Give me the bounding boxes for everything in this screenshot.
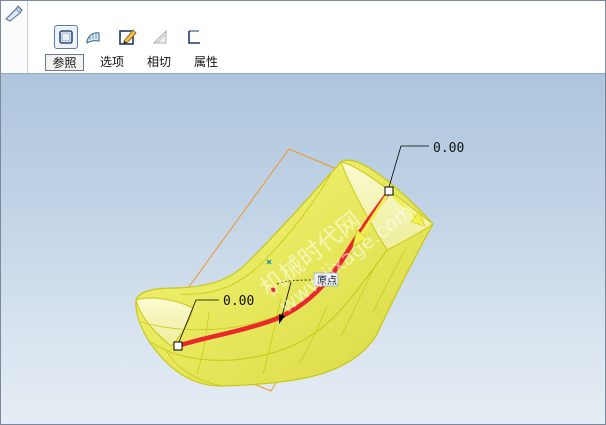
section-icon	[188, 30, 200, 44]
end-handle-bottom[interactable]	[173, 341, 183, 351]
model-canvas: 原点 0.00 0.00 机械时代网 www.jixage.com	[135, 141, 464, 392]
thicken-button[interactable]	[148, 25, 172, 49]
edit-section-icon	[119, 29, 137, 45]
dimension-top-value[interactable]: 0.00	[433, 141, 464, 156]
tab-tangency[interactable]: 相切	[144, 54, 174, 71]
thicken-icon	[152, 29, 167, 44]
edit-section-button[interactable]	[116, 25, 140, 49]
sweep-surface-icon	[59, 30, 73, 44]
sweep-solid-icon	[86, 32, 100, 44]
graphics-viewport[interactable]: 原点 0.00 0.00 机械时代网 www.jixage.com	[1, 74, 605, 424]
tab-options[interactable]: 选项	[97, 54, 127, 71]
tab-references[interactable]: 参照	[45, 54, 84, 71]
dimension-bottom-value[interactable]: 0.00	[223, 294, 254, 309]
end-handle-top[interactable]	[384, 186, 394, 196]
dashboard-left-rail	[1, 1, 28, 73]
sweep-feature-icon	[5, 5, 23, 22]
sweep-dashboard: 参照 选项 相切 属性	[1, 1, 605, 74]
section-button[interactable]	[182, 25, 206, 49]
app-frame: 参照 选项 相切 属性 原点 0.00 0.00 机械时代网 www.jixag…	[0, 0, 606, 425]
sweep-surface-button[interactable]	[54, 25, 78, 49]
sweep-solid-button[interactable]	[81, 25, 105, 49]
dimension-top[interactable]: 0.00	[388, 141, 464, 188]
tab-properties[interactable]: 属性	[191, 54, 221, 71]
